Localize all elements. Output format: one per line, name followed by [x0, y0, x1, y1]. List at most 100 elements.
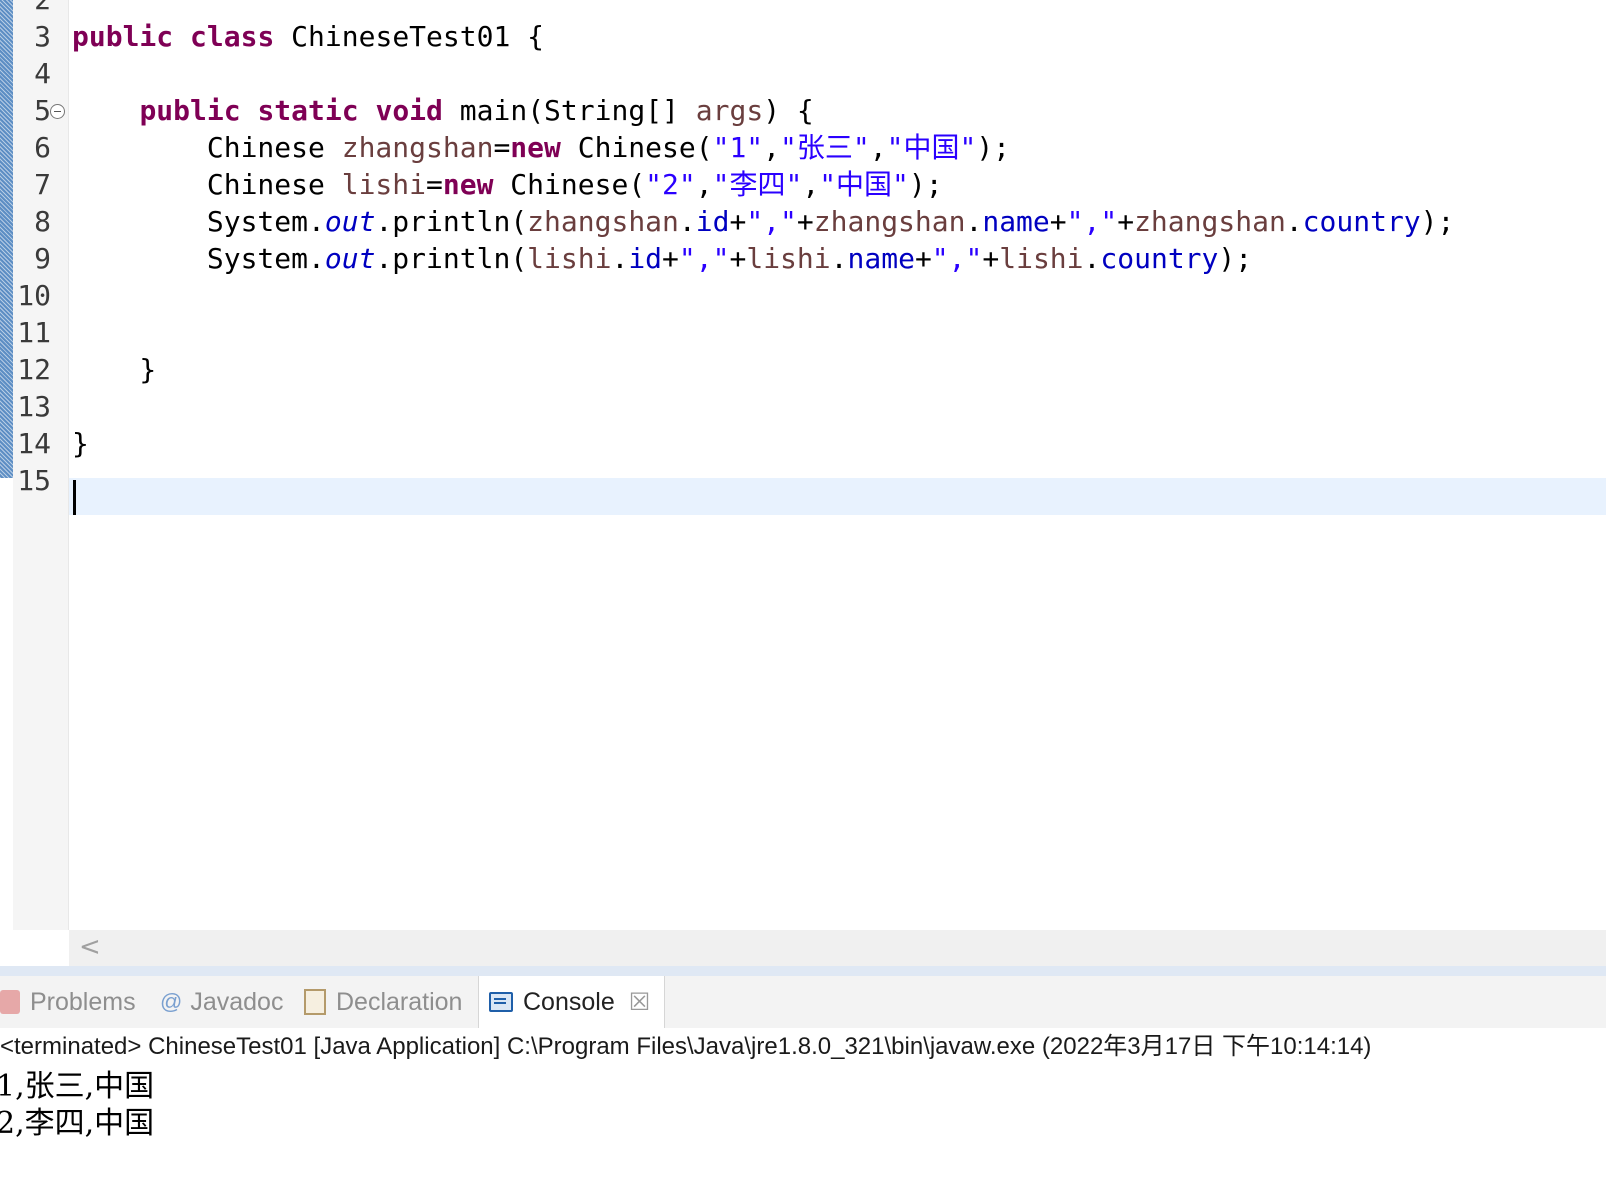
code-token: out [324, 205, 376, 238]
code-token: + [662, 242, 679, 275]
panel-tab-bar: Problems @ Javadoc Declaration Console ☒ [0, 976, 1606, 1028]
code-token: "1" [712, 131, 764, 164]
code-token: } [72, 427, 89, 460]
line-number: 2 [13, 0, 51, 19]
console-output-line: 1,张三,中国 [0, 1069, 155, 1104]
code-token: lishi [746, 242, 831, 275]
code-token: new [442, 168, 494, 201]
tab-javadoc[interactable]: @ Javadoc [160, 976, 283, 1028]
line-number: 4 [34, 57, 51, 90]
code-token: zhangshan [1134, 205, 1286, 238]
code-token: = [493, 131, 511, 164]
code-token: + [982, 242, 1000, 275]
code-token: "," [678, 242, 730, 275]
code-token: ); [908, 168, 943, 201]
code-token: void [375, 94, 443, 127]
code-token: lishi [999, 242, 1084, 275]
code-line[interactable]: public static void main(String[] args) { [72, 92, 814, 130]
line-number: 3 [34, 20, 51, 53]
code-token: . [611, 242, 629, 275]
code-token: ); [976, 131, 1011, 164]
code-token: + [1049, 205, 1067, 238]
code-token: . [678, 205, 696, 238]
tab-problems[interactable]: Problems [0, 976, 136, 1028]
code-token: id [695, 205, 730, 238]
code-line[interactable]: System.out.println(lishi.id+","+lishi.na… [72, 240, 1252, 278]
code-token: . [830, 242, 848, 275]
code-line[interactable]: Chinese lishi=new Chinese("2","李四","中国")… [72, 166, 943, 204]
code-token: "," [931, 242, 983, 275]
line-number: 13 [17, 390, 51, 423]
line-number: 14 [17, 427, 51, 460]
code-token: "," [746, 205, 797, 238]
code-token: class [190, 20, 275, 53]
console-output-line: 2,李四,中国 [0, 1106, 155, 1141]
change-ruler [0, 0, 13, 478]
code-token: new [510, 131, 561, 164]
code-token: . [965, 205, 983, 238]
problems-icon [0, 990, 20, 1014]
code-token: System. [72, 242, 325, 275]
code-editor[interactable]: public class ChineseTest01 { public stat… [0, 0, 1606, 966]
code-line[interactable]: public class ChineseTest01 { [72, 18, 544, 56]
code-token: static [257, 94, 359, 127]
code-token: public [139, 94, 241, 127]
code-token: Chinese( [493, 168, 646, 201]
line-number: 5 [34, 94, 51, 127]
code-token: , [869, 131, 887, 164]
code-token: . [1285, 205, 1303, 238]
tab-label: Javadoc [190, 987, 284, 1016]
code-token: , [695, 168, 713, 201]
code-token: .println( [375, 242, 528, 275]
console-icon [489, 992, 513, 1012]
console-output[interactable]: 1,张三,中国 2,李四,中国 [0, 1066, 1606, 1200]
tab-declaration[interactable]: Declaration [304, 976, 462, 1028]
code-token: + [914, 242, 932, 275]
panel-separator[interactable] [0, 966, 1606, 976]
declaration-icon [304, 989, 326, 1015]
text-caret [73, 480, 76, 515]
code-token: name [982, 205, 1050, 238]
code-token: Chinese [72, 168, 342, 201]
code-token: lishi [341, 168, 427, 201]
code-token: ) { [763, 94, 814, 127]
line-number: 12 [17, 353, 51, 386]
current-line-highlight [69, 478, 1606, 515]
code-token: zhangshan [527, 205, 679, 238]
code-token: System. [72, 205, 325, 238]
close-icon[interactable]: ☒ [629, 988, 651, 1017]
code-token: ChineseTest01 { [274, 20, 545, 53]
code-line[interactable]: } [72, 351, 156, 389]
code-token: , [763, 131, 781, 164]
code-line[interactable]: Chinese zhangshan=new Chinese("1","张三","… [72, 129, 1010, 167]
fold-collapse-icon[interactable] [50, 104, 65, 119]
horizontal-scrollbar[interactable]: < [69, 930, 1606, 966]
line-number: 6 [34, 131, 51, 164]
line-number: 8 [34, 205, 51, 238]
code-token: + [1117, 205, 1135, 238]
code-token: id [628, 242, 663, 275]
code-token: } [72, 353, 157, 386]
code-token: "张三" [780, 131, 870, 164]
code-token: "," [1066, 205, 1118, 238]
tab-label: Declaration [336, 987, 463, 1016]
code-token: lishi [527, 242, 612, 275]
console-status-line: <terminated> ChineseTest01 [Java Applica… [0, 1028, 1606, 1067]
code-token: name [847, 242, 915, 275]
tab-console[interactable]: Console ☒ [478, 976, 666, 1028]
code-token: ); [1420, 205, 1455, 238]
line-number: 11 [17, 316, 51, 349]
code-token: + [729, 242, 747, 275]
code-token: . [1083, 242, 1101, 275]
scroll-left-arrow-icon[interactable]: < [79, 932, 101, 962]
line-number: 10 [17, 279, 51, 312]
code-line[interactable]: } [72, 425, 89, 463]
code-token: , [802, 168, 820, 201]
code-line[interactable]: System.out.println(zhangshan.id+","+zhan… [72, 203, 1455, 241]
code-token: args [695, 94, 764, 127]
tab-label: Problems [30, 987, 136, 1016]
code-token: public [72, 20, 174, 53]
